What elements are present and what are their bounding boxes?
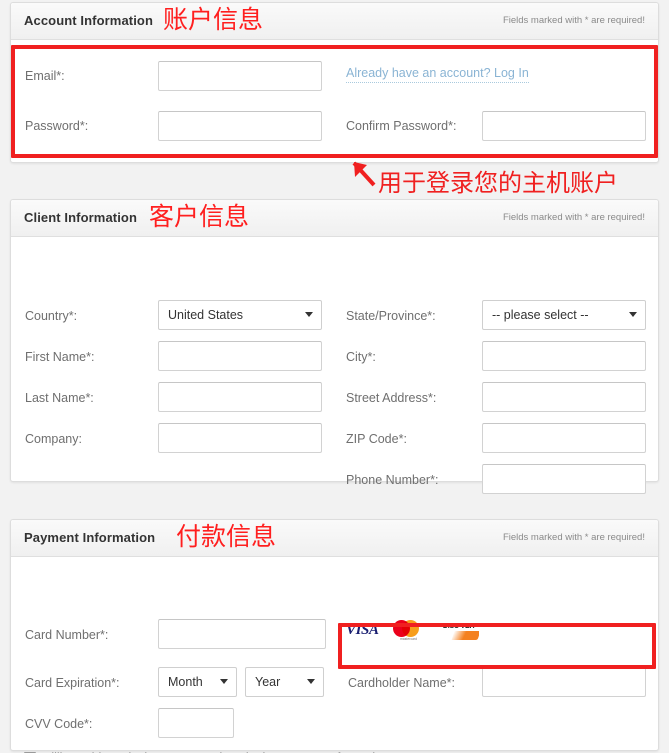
card-expiration-label: Card Expiration*:: [25, 676, 120, 690]
state-select[interactable]: -- please select --: [482, 300, 646, 330]
cardholder-name-label: Cardholder Name*:: [348, 676, 455, 690]
client-information-panel: Client Information 客户信息 Fields marked wi…: [10, 199, 659, 494]
expiration-month-value: Month: [168, 675, 203, 689]
account-panel-body: Email*: Already have an account? Log In …: [11, 40, 658, 163]
cardholder-name-input[interactable]: [482, 667, 646, 697]
street-address-label: Street Address*:: [346, 391, 437, 405]
country-select-value: United States: [168, 308, 244, 322]
chevron-down-icon: [220, 679, 228, 684]
zip-code-label: ZIP Code*:: [346, 432, 407, 446]
client-panel-header: Client Information 客户信息 Fields marked wi…: [11, 200, 658, 237]
confirm-password-label: Confirm Password*:: [346, 119, 457, 133]
expiration-month-select[interactable]: Month: [158, 667, 237, 697]
phone-number-input[interactable]: [482, 464, 646, 494]
card-number-input[interactable]: [158, 619, 326, 649]
mastercard-wordmark: mastercard: [400, 637, 418, 641]
client-panel-body: Country*: United States State/Province*:…: [11, 237, 658, 494]
mastercard-logo: mastercard: [392, 619, 425, 641]
discover-logo: DISC VER: [439, 620, 479, 640]
account-panel-title-annotation-cn: 账户信息: [163, 5, 264, 34]
country-select[interactable]: United States: [158, 300, 322, 330]
phone-number-label: Phone Number*:: [346, 473, 439, 487]
company-label: Company:: [25, 432, 82, 446]
account-required-note: Fields marked with * are required!: [502, 15, 645, 26]
card-number-label: Card Number*:: [25, 628, 109, 642]
payment-panel-header: Payment Information 付款信息 Fields marked w…: [11, 520, 658, 557]
email-input[interactable]: [158, 61, 322, 91]
password-label: Password*:: [25, 119, 89, 133]
email-label: Email*:: [25, 69, 65, 83]
payment-panel-title-annotation-cn: 付款信息: [176, 522, 277, 551]
visa-logo: VISA: [346, 621, 379, 638]
client-panel-title-annotation-cn: 客户信息: [149, 202, 250, 231]
cvv-code-label: CVV Code*:: [25, 717, 93, 731]
accepted-card-logos: VISA mastercard DISC VER: [346, 619, 479, 641]
client-required-note: Fields marked with * are required!: [502, 212, 645, 223]
confirm-password-input[interactable]: [482, 111, 646, 141]
city-input[interactable]: [482, 341, 646, 371]
account-annotation-text: 用于登录您的主机账户: [378, 169, 618, 197]
discover-wordmark: DISC VER: [442, 623, 475, 630]
first-name-input[interactable]: [158, 341, 322, 371]
expiration-year-value: Year: [255, 675, 281, 689]
payment-panel-body: Card Number*: VISA mastercard DISC VER C…: [11, 557, 658, 753]
payment-panel-title: Payment Information: [24, 530, 156, 545]
account-panel-title: Account Information: [24, 13, 154, 28]
zip-code-input[interactable]: [482, 423, 646, 453]
expiration-year-select[interactable]: Year: [245, 667, 324, 697]
account-panel-header: Account Information 账户信息 Fields marked w…: [11, 3, 658, 40]
registration-form-page: Account Information 账户信息 Fields marked w…: [0, 0, 669, 753]
first-name-label: First Name*:: [25, 350, 95, 364]
client-panel-title: Client Information: [24, 210, 138, 225]
last-name-input[interactable]: [158, 382, 322, 412]
mastercard-yellow-circle: [401, 620, 419, 637]
state-label: State/Province*:: [346, 309, 436, 323]
cvv-code-input[interactable]: [158, 708, 234, 738]
street-address-input[interactable]: [482, 382, 646, 412]
city-label: City*:: [346, 350, 376, 364]
password-input[interactable]: [158, 111, 322, 141]
discover-orange-swoosh: [451, 631, 479, 640]
payment-information-panel: Payment Information 付款信息 Fields marked w…: [10, 519, 659, 753]
payment-required-note: Fields marked with * are required!: [502, 532, 645, 543]
chevron-down-icon: [305, 312, 313, 317]
state-select-value: -- please select --: [492, 308, 589, 322]
chevron-down-icon: [629, 312, 637, 317]
login-link[interactable]: Already have an account? Log In: [346, 66, 529, 83]
chevron-down-icon: [307, 679, 315, 684]
company-input[interactable]: [158, 423, 322, 453]
account-information-panel: Account Information 账户信息 Fields marked w…: [10, 2, 659, 163]
last-name-label: Last Name*:: [25, 391, 94, 405]
country-label: Country*:: [25, 309, 78, 323]
